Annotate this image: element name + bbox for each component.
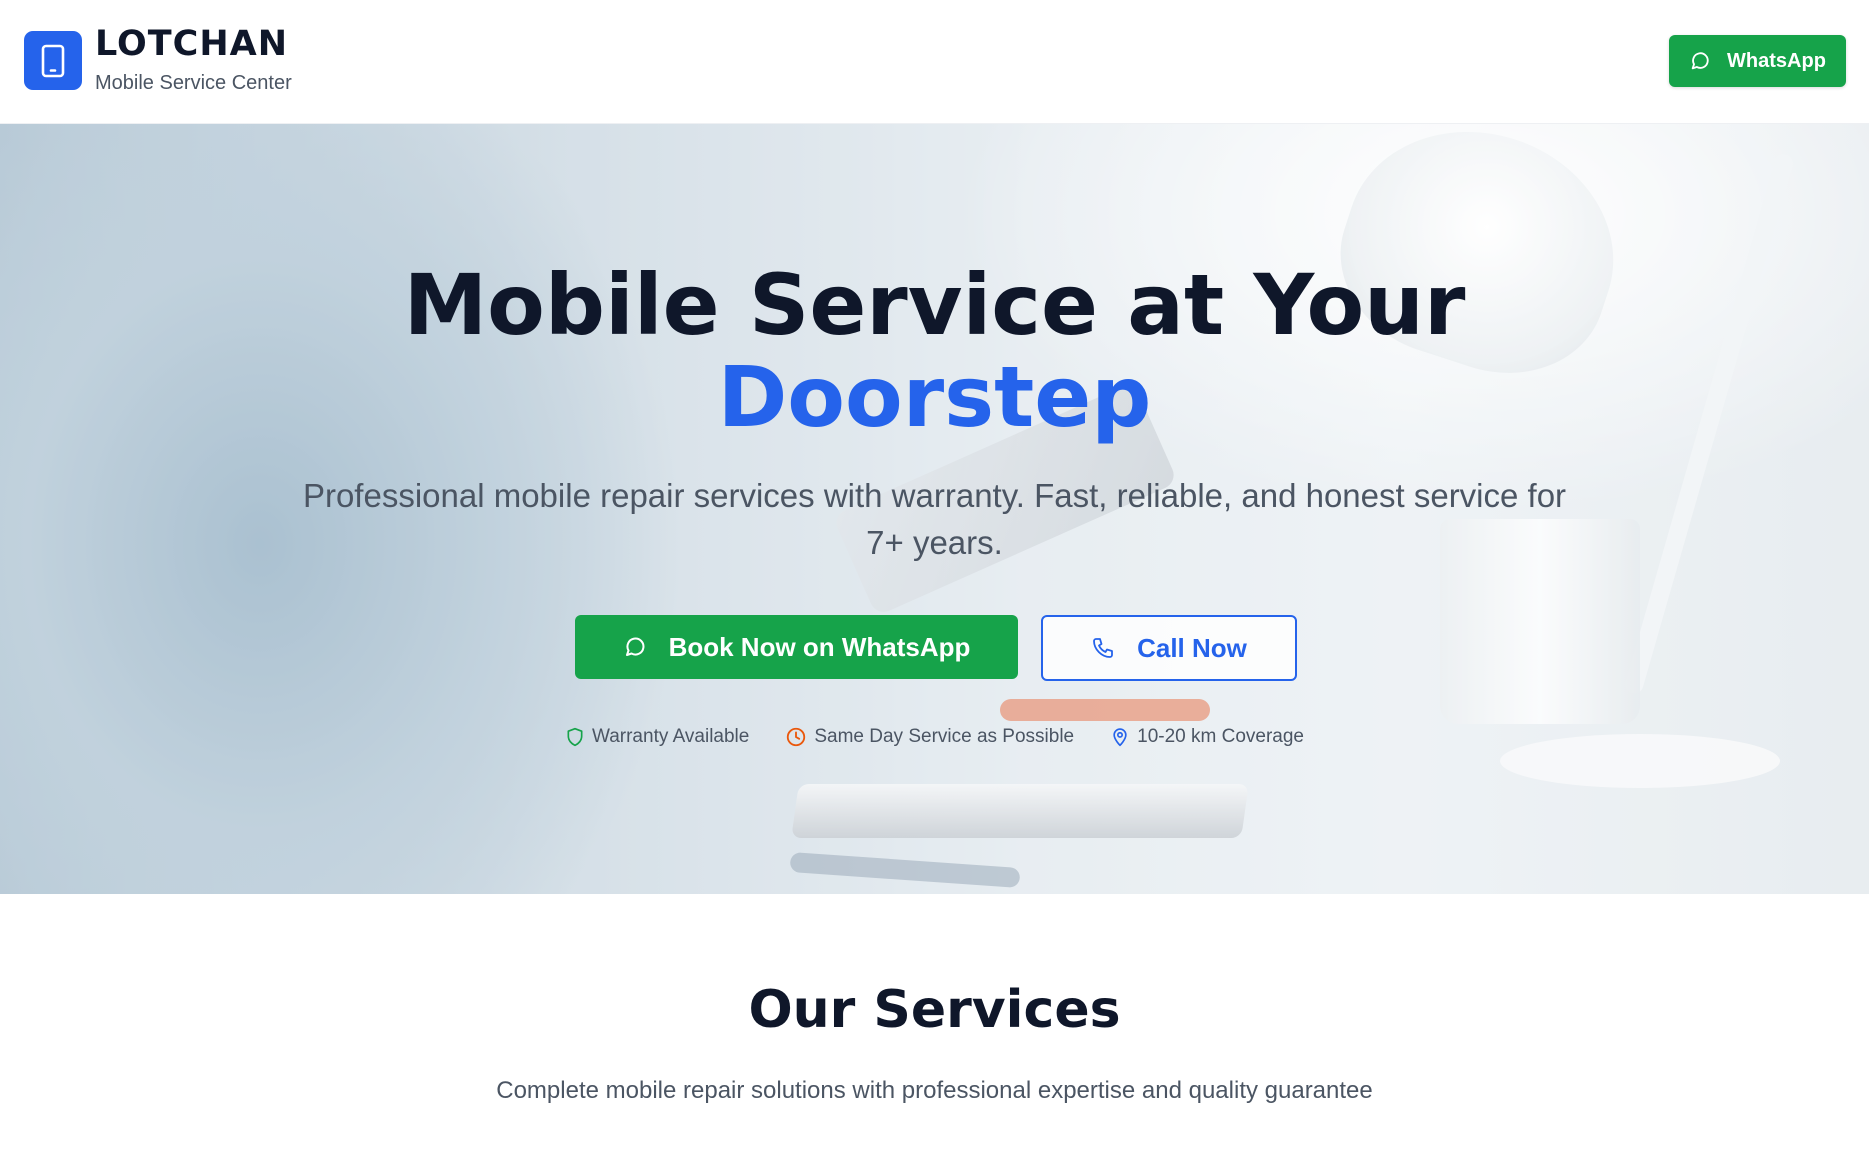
services-title: Our Services: [748, 980, 1121, 1040]
hero-features: Warranty Available Same Day Service as P…: [0, 726, 1869, 748]
feature-same-day-label: Same Day Service as Possible: [814, 726, 1075, 747]
feature-warranty: Warranty Available: [565, 726, 749, 748]
hero-subtitle: Professional mobile repair services with…: [302, 477, 1567, 561]
brand-name[interactable]: LOTCHAN: [95, 24, 288, 64]
logo[interactable]: [24, 31, 82, 90]
book-whatsapp-button[interactable]: Book Now on WhatsApp: [575, 615, 1018, 679]
call-now-button[interactable]: Call Now: [1041, 615, 1297, 681]
hero-title-accent: Doorstep: [717, 348, 1152, 446]
hero-title: Mobile Service at Your Doorstep: [0, 259, 1869, 443]
book-whatsapp-label: Book Now on WhatsApp: [668, 631, 971, 662]
call-now-label: Call Now: [1137, 632, 1247, 663]
message-circle-icon: [1691, 52, 1709, 70]
hero-title-line: Mobile Service at Your: [403, 256, 1466, 354]
phone-icon: [41, 44, 65, 77]
services-subtitle: Complete mobile repair solutions with pr…: [496, 1077, 1373, 1104]
feature-same-day: Same Day Service as Possible: [785, 726, 1074, 748]
site-header: LOTCHAN Mobile Service Center WhatsApp: [0, 0, 1869, 124]
message-circle-icon: [625, 637, 644, 656]
feature-coverage-label: 10-20 km Coverage: [1137, 726, 1304, 747]
brand-tagline: Mobile Service Center: [95, 72, 292, 94]
hero-section: Mobile Service at Your Doorstep Professi…: [0, 124, 1869, 894]
phone-call-icon: [1093, 638, 1113, 658]
map-pin-icon: [1113, 728, 1127, 747]
clock-icon: [787, 727, 806, 747]
shield-icon: [567, 727, 583, 747]
feature-warranty-label: Warranty Available: [591, 726, 750, 747]
whatsapp-header-label: WhatsApp: [1727, 49, 1826, 72]
feature-coverage: 10-20 km Coverage: [1110, 726, 1304, 748]
whatsapp-header-button[interactable]: WhatsApp: [1669, 35, 1846, 87]
